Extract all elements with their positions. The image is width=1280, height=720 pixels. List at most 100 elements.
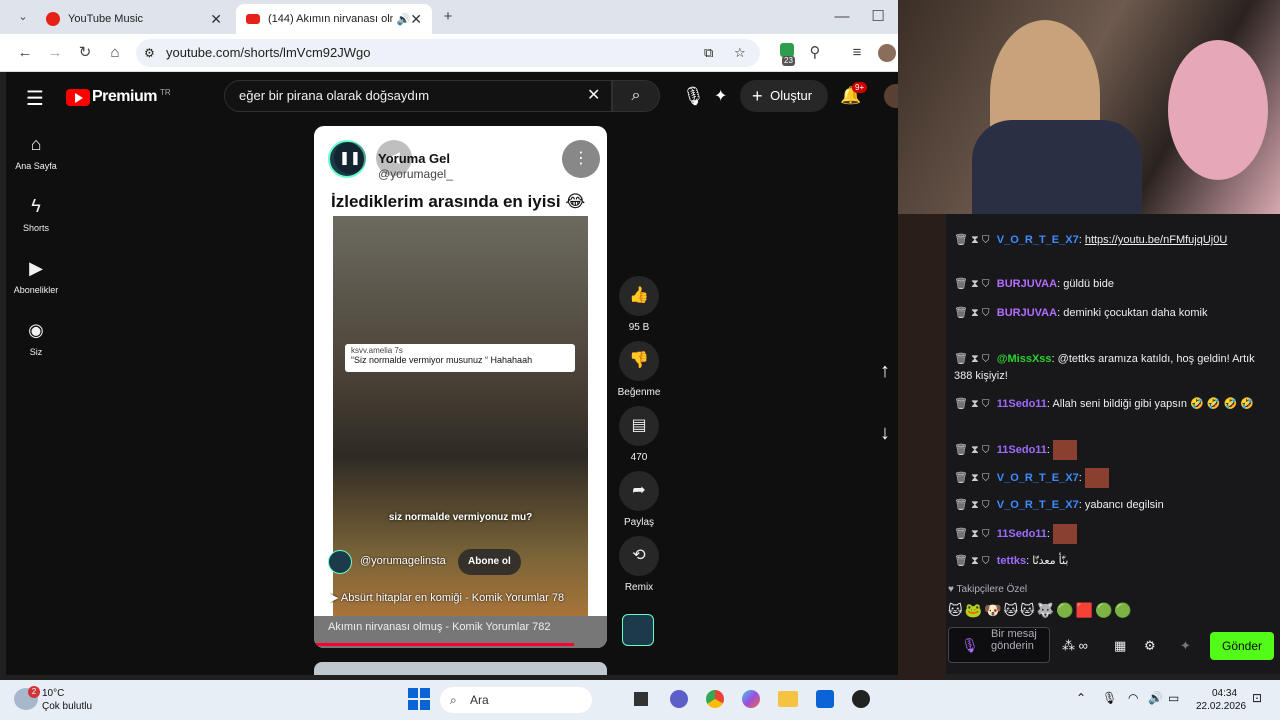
chat-username[interactable]: 11Sedo11 <box>997 398 1047 410</box>
create-button[interactable]: + Oluştur <box>740 80 828 112</box>
extension-chat-icon[interactable]: ✦ <box>714 86 727 106</box>
chat-text: بنّأ معدنّا <box>1032 555 1069 567</box>
file-explorer-icon[interactable] <box>778 691 798 707</box>
nav-shorts[interactable]: ϟ Shorts <box>6 196 66 233</box>
hamburger-menu-icon[interactable]: ☰ <box>26 86 44 111</box>
chat-username[interactable]: tettks <box>997 555 1026 567</box>
chat-username[interactable]: V_O_R_T_E_X7 <box>997 472 1079 484</box>
search-button[interactable]: ⌕ <box>612 80 660 112</box>
comments-button[interactable]: ▤ 470 <box>618 406 660 463</box>
chat-username[interactable]: 11Sedo11 <box>997 444 1047 456</box>
start-button[interactable] <box>408 688 430 710</box>
minimize-button[interactable]: — <box>831 6 853 28</box>
mod-badge-icons: 🗑 ⧗ ⛉ <box>954 398 993 410</box>
tray-chevron-icon[interactable]: ⌃ <box>1076 691 1086 705</box>
mod-badge-icons: 🗑 ⧗ ⛉ <box>954 234 993 246</box>
taskbar-search[interactable]: ⌕ Ara <box>440 687 592 713</box>
account-avatar[interactable] <box>884 84 898 108</box>
search-input[interactable]: eğer bir pirana olarak doğsaydım ✕ <box>224 80 612 112</box>
chat-username[interactable]: BURJUVAA <box>997 307 1057 319</box>
teams-icon[interactable] <box>670 690 688 708</box>
mod-badge-icons: 🗑 ⧗ ⛉ <box>954 499 993 511</box>
next-short-preview[interactable] <box>314 662 607 675</box>
chat-username[interactable]: BURJUVAA <box>997 278 1057 290</box>
emote-picker-icon[interactable]: ✦ <box>1180 638 1191 654</box>
home-icon[interactable]: ⌂ <box>104 42 126 64</box>
youtube-icon <box>246 14 260 24</box>
chat-username[interactable]: @MissXss <box>997 353 1052 365</box>
battery-icon[interactable]: ▭ <box>1168 691 1179 705</box>
share-label: Paylaş <box>623 517 654 528</box>
send-button[interactable]: Gönder <box>1210 632 1274 660</box>
youtube-logo[interactable]: Premium TR <box>66 88 171 106</box>
share-button[interactable]: ➦ Paylaş <box>618 471 660 528</box>
remix-button[interactable]: ⟲ Remix <box>618 536 660 593</box>
voice-search-icon[interactable]: 🎙 <box>682 86 705 107</box>
chat-username[interactable]: V_O_R_T_E_X7 <box>997 234 1079 246</box>
task-view-icon[interactable] <box>634 692 648 706</box>
chat-input[interactable]: 🎙 Bir mesaj gönderin <box>948 627 1050 663</box>
copilot-icon[interactable] <box>742 690 760 708</box>
tab-youtube-music[interactable]: YouTube Music ✕ <box>36 4 232 34</box>
mod-badge-icons: 🗑 ⧗ ⛉ <box>954 555 993 567</box>
chat-tools-icon[interactable]: ⁂ ∞ <box>1062 638 1088 654</box>
notifications-icon[interactable]: ⊡ <box>1252 691 1262 705</box>
clock-time[interactable]: 04:34 <box>1212 688 1237 699</box>
forward-icon[interactable]: → <box>44 42 66 64</box>
obs-icon[interactable] <box>852 690 870 708</box>
reload-icon[interactable]: ↻ <box>74 42 96 64</box>
close-tab-icon[interactable]: ✕ <box>410 11 422 28</box>
like-button[interactable]: 👍 95 B <box>618 276 660 333</box>
playlist-link[interactable]: ▶ Absürt hitaplar en komiği - Komik Yoru… <box>330 591 592 604</box>
profile-avatar[interactable] <box>878 44 896 62</box>
chrome-icon[interactable] <box>706 690 724 708</box>
maximize-button[interactable]: ☐ <box>867 6 889 28</box>
overlay-channel-avatar[interactable] <box>328 550 352 574</box>
microphone-icon[interactable]: 🎙 <box>961 637 979 654</box>
close-tab-icon[interactable]: ✕ <box>210 11 222 28</box>
bookmark-star-icon[interactable]: ☆ <box>734 39 746 67</box>
media-control-icon[interactable]: ≡ <box>846 42 868 64</box>
nav-label: Shorts <box>22 223 49 233</box>
next-short-arrow-icon[interactable]: ↓ <box>880 422 890 445</box>
comment-text: “Siz normalde vermiyor musunuz “ Hahahaa… <box>351 355 533 365</box>
pause-icon[interactable]: ❚❚ <box>334 142 366 174</box>
chat-link[interactable]: https://youtu.be/nFMfujqUj0U <box>1085 234 1227 246</box>
previous-short-arrow-icon[interactable]: ↑ <box>880 360 890 383</box>
like-count: 95 B <box>628 322 650 333</box>
volume-icon[interactable]: 🔊 <box>1148 691 1163 705</box>
tray-microphone-icon[interactable]: 🎙 <box>1102 691 1117 705</box>
nav-home[interactable]: ⌂ Ana Sayfa <box>6 134 66 171</box>
nav-subscriptions[interactable]: ▶ Abonelikler <box>6 258 66 295</box>
dislike-button[interactable]: 👎 Beğenme <box>612 341 666 398</box>
emote-bar[interactable]: 🐱🐸🐶🐱🐱🐺🟢🟥🟢🟢 <box>948 602 1134 619</box>
nav-label: Siz <box>29 347 43 357</box>
install-app-icon[interactable]: ⧉ <box>704 39 713 67</box>
weather-temp[interactable]: 10°C <box>42 688 64 699</box>
subscribe-button[interactable]: Abone ol <box>458 549 521 575</box>
progress-bar[interactable] <box>314 643 574 646</box>
more-options-icon[interactable]: ⋮ <box>562 140 600 178</box>
tab-search-button[interactable]: ⌄ <box>12 6 34 28</box>
channel-name[interactable]: Yoruma Gel <box>378 151 450 166</box>
clear-search-icon[interactable]: ✕ <box>587 81 600 111</box>
extension-icon[interactable]: 23 <box>776 42 798 66</box>
address-bar[interactable]: ⚙ youtube.com/shorts/lmVcm92JWgo ⧉ ☆ <box>136 39 760 67</box>
wifi-icon[interactable]: ◠ <box>1128 691 1138 705</box>
search-icon: ⌕ <box>631 87 641 104</box>
short-video-player[interactable]: ❚❚ ◀ Yoruma Gel @yorumagel_ ⋮ İzledikler… <box>314 126 607 648</box>
settings-gear-icon[interactable]: ⚙ <box>1144 638 1156 654</box>
store-app-icon[interactable] <box>816 690 834 708</box>
store-icon[interactable]: ▦ <box>1114 638 1126 654</box>
sound-thumbnail[interactable] <box>622 614 654 646</box>
site-info-icon[interactable]: ⚙ <box>144 39 155 67</box>
chat-username[interactable]: 11Sedo11 <box>997 528 1047 540</box>
new-tab-button[interactable]: + <box>437 6 459 28</box>
tab-active-short[interactable]: (144) Akımın nirvanası olmu 🔊 ✕ <box>236 4 432 34</box>
overlay-handle[interactable]: @yorumagelinsta <box>360 555 446 567</box>
chat-username[interactable]: V_O_R_T_E_X7 <box>997 499 1079 511</box>
nav-you[interactable]: ◉ Siz <box>6 320 66 357</box>
clock-date[interactable]: 22.02.2026 <box>1196 701 1246 712</box>
puzzle-icon[interactable]: ⚲ <box>804 42 826 64</box>
back-icon[interactable]: ← <box>14 42 36 64</box>
